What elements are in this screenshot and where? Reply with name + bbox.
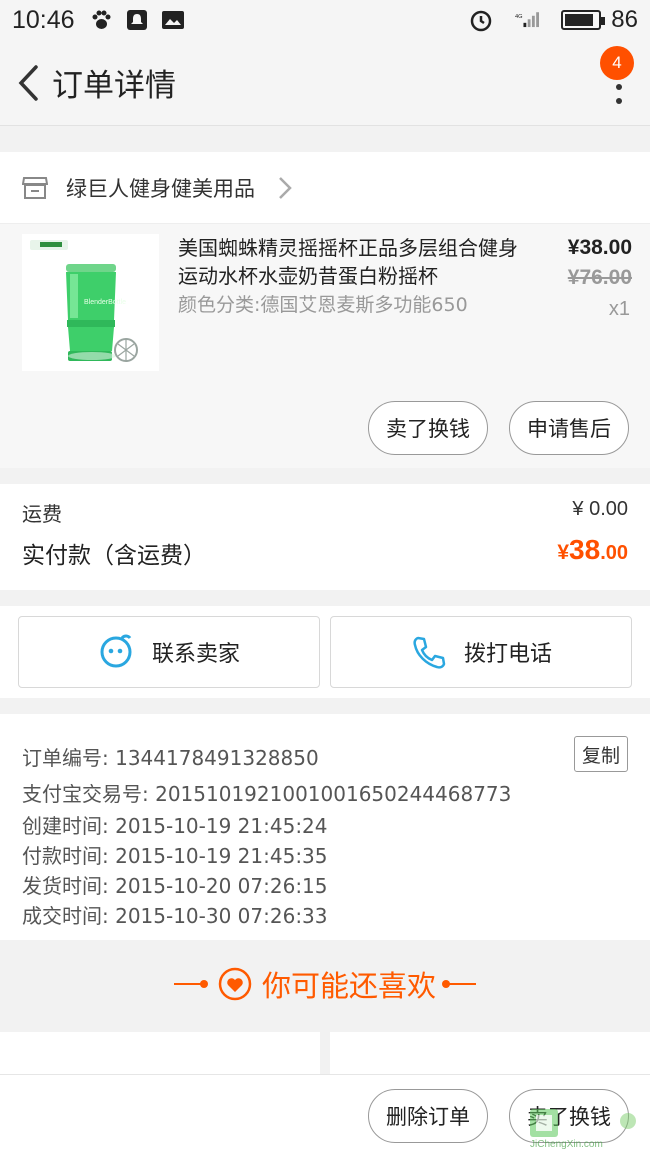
shop-row[interactable]: 绿巨人健身健美用品	[0, 152, 650, 224]
total-amount: ¥38.00	[557, 534, 628, 566]
recommend-header: 你可能还喜欢	[0, 942, 650, 1026]
product-quantity: x1	[608, 298, 630, 320]
chevron-left-icon	[18, 64, 38, 101]
product-price: ¥38.00	[567, 236, 632, 259]
notification-badge: 4	[600, 46, 634, 80]
shipped-time: 发货时间: 2015-10-20 07:26:15	[22, 874, 328, 898]
recommend-title: 你可能还喜欢	[261, 969, 436, 1003]
network-type: 4G	[515, 14, 523, 20]
chevron-right-icon	[279, 176, 292, 199]
decor-line	[442, 980, 476, 988]
product-name[interactable]: 美国蜘蛛精灵摇摇杯正品多层组合健身运动水杯水壶奶昔蛋白粉摇杯	[178, 234, 518, 290]
battery-percent: 86	[611, 6, 638, 33]
order-number[interactable]: 订单编号: 1344178491328850	[22, 742, 319, 771]
copy-button[interactable]: 复制	[574, 736, 628, 772]
recommend-card[interactable]	[330, 1032, 650, 1076]
total-integer: 38	[569, 534, 601, 565]
chat-face-icon	[100, 634, 132, 668]
heart-badge-icon	[218, 967, 252, 1001]
aftersale-button[interactable]: 申请售后	[509, 401, 629, 455]
contact-actions: 联系卖家 拨打电话	[0, 606, 650, 698]
notification-bell-icon	[125, 9, 149, 31]
paw-icon	[89, 9, 113, 31]
contact-seller-button[interactable]: 联系卖家	[18, 616, 320, 688]
gallery-icon	[161, 9, 185, 31]
bottom-action-bar: 删除订单 卖了换钱 JiChengXin.com	[0, 1074, 650, 1155]
back-button[interactable]	[6, 61, 50, 105]
product-thumbnail[interactable]: BlenderBottle	[22, 234, 159, 371]
svg-text:BlenderBottle: BlenderBottle	[84, 299, 126, 306]
battery-icon	[561, 10, 606, 30]
status-bar: 10:46 4G 86	[0, 0, 650, 40]
phone-icon	[413, 636, 446, 669]
status-time: 10:46	[12, 5, 75, 34]
order-info: 订单编号: 1344178491328850 支付宝交易号: 201510192…	[0, 714, 650, 940]
decor-line	[173, 980, 208, 988]
completed-time: 成交时间: 2015-10-30 07:26:33	[22, 904, 328, 928]
alarm-icon	[469, 9, 493, 32]
delete-order-button[interactable]: 删除订单	[368, 1089, 488, 1143]
shaker-bottle-image: BlenderBottle	[22, 234, 159, 371]
more-dot-icon	[616, 84, 622, 90]
shipping-value: ¥ 0.00	[572, 498, 628, 520]
more-dot-icon	[616, 98, 622, 104]
alipay-trade-number: 支付宝交易号: 2015101921001001650244468773	[22, 782, 512, 806]
total-decimal: .00	[600, 542, 628, 564]
shop-name: 绿巨人健身健美用品	[66, 176, 255, 201]
resell-button[interactable]: 卖了换钱	[368, 401, 488, 455]
call-phone-button[interactable]: 拨打电话	[330, 616, 632, 688]
store-icon	[22, 176, 48, 199]
watermark-text: JiChengXin.com	[530, 1139, 603, 1149]
recommend-list	[0, 1032, 650, 1076]
signal-icon: 4G	[515, 9, 540, 31]
total-currency: ¥	[557, 541, 570, 564]
call-phone-label: 拨打电话	[463, 642, 552, 667]
shipping-label: 运费	[22, 502, 62, 526]
page-title: 订单详情	[52, 68, 176, 104]
paid-time: 付款时间: 2015-10-19 21:45:35	[22, 844, 328, 868]
product-original-price: ¥76.00	[567, 266, 632, 289]
battery-level	[565, 14, 593, 26]
fee-summary: 运费 ¥ 0.00 实付款（含运费） ¥38.00	[0, 484, 650, 590]
contact-seller-label: 联系卖家	[151, 642, 240, 667]
site-watermark-logo: JiChengXin.com	[530, 1109, 636, 1149]
product-sku: 颜色分类:德国艾恩麦斯多功能650	[178, 294, 468, 316]
total-label: 实付款（含运费）	[22, 543, 206, 569]
recommend-card[interactable]	[0, 1032, 320, 1076]
nav-bar: 订单详情 4	[0, 40, 650, 126]
product-item[interactable]: BlenderBottle 美国蜘蛛精灵摇摇杯正品多层组合健身运动水杯水壶奶昔蛋…	[0, 224, 650, 468]
created-time: 创建时间: 2015-10-19 21:45:24	[22, 814, 328, 838]
